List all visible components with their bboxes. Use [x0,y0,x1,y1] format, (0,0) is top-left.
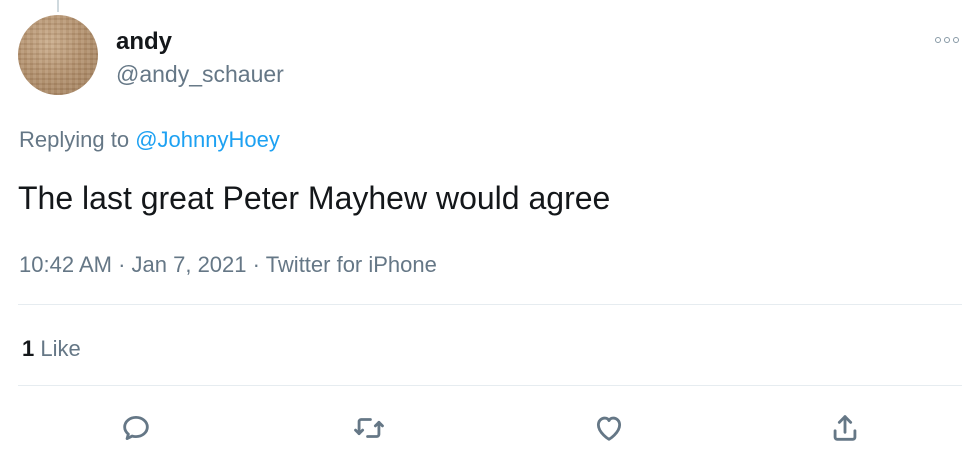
more-dot-icon [944,37,950,43]
share-icon [833,415,857,441]
tweet-time[interactable]: 10:42 AM [19,252,112,277]
reply-icon [123,415,149,441]
more-options-button[interactable] [930,30,964,50]
tweet-meta: 10:42 AM · Jan 7, 2021 · Twitter for iPh… [19,252,437,278]
replying-prefix: Replying to [19,127,130,152]
more-dot-icon [953,37,959,43]
author-handle[interactable]: @andy_schauer [116,60,284,88]
avatar[interactable] [18,15,98,95]
thread-connector-line [57,0,59,12]
share-button[interactable] [822,405,868,451]
divider-bottom [18,385,962,386]
likes-count: 1 [22,336,35,361]
retweet-icon [354,418,384,438]
reply-button[interactable] [113,405,159,451]
tweet-date[interactable]: Jan 7, 2021 [132,252,247,277]
divider-top [18,304,962,305]
action-bar [0,405,980,451]
meta-separator: · [118,252,126,277]
tweet-source[interactable]: Twitter for iPhone [266,252,437,277]
author-display-name[interactable]: andy [116,28,172,56]
meta-separator: · [252,252,260,277]
heart-icon [596,416,622,441]
replying-to-mention[interactable]: @JohnnyHoey [135,127,280,152]
likes-summary[interactable]: 1 Like [22,336,81,362]
likes-label: Like [40,336,81,361]
like-button[interactable] [586,405,632,451]
replying-to-line: Replying to @JohnnyHoey [19,127,280,153]
more-dot-icon [935,37,941,43]
tweet-text: The last great Peter Mayhew would agree [18,180,611,216]
retweet-button[interactable] [346,405,392,451]
